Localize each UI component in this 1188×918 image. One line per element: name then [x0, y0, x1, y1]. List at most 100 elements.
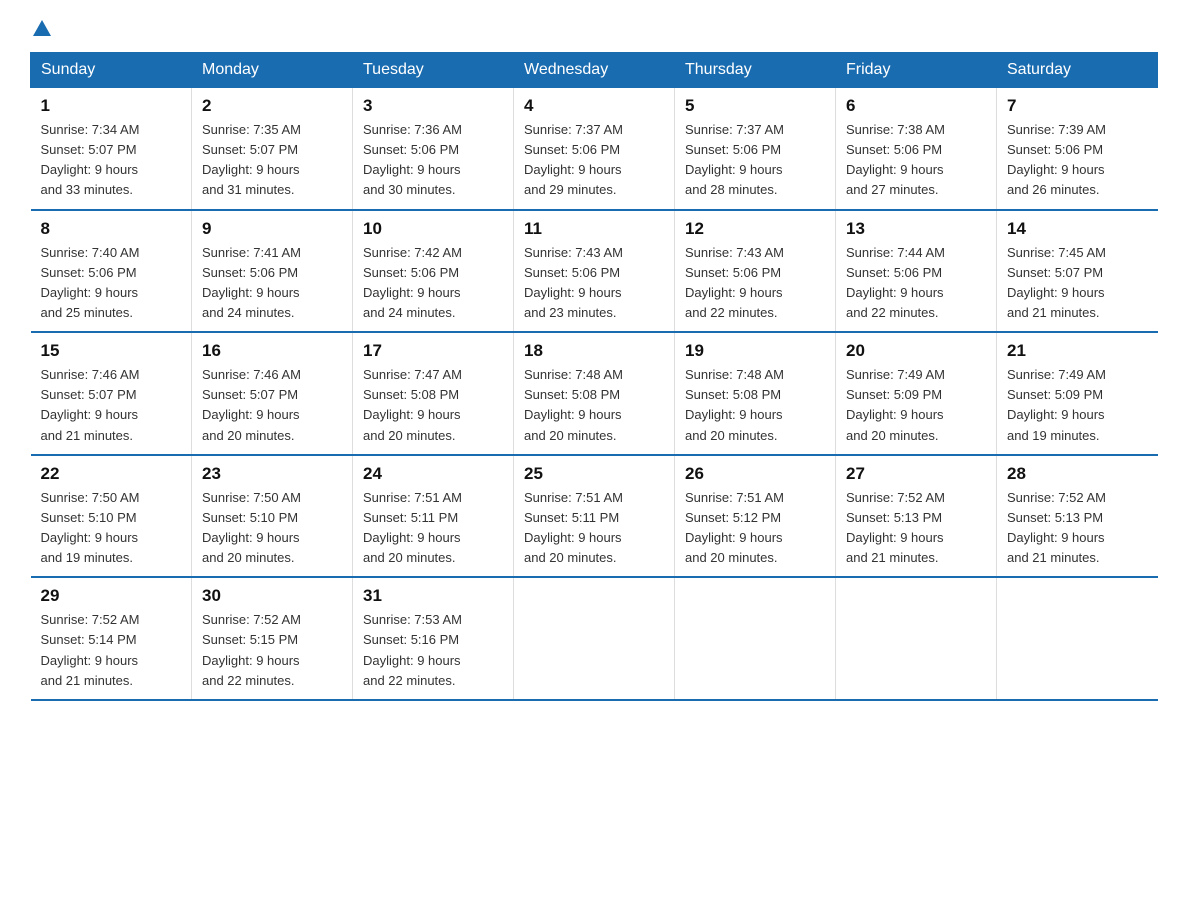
day-number: 20 [846, 341, 986, 361]
day-number: 19 [685, 341, 825, 361]
day-number: 16 [202, 341, 342, 361]
day-info: Sunrise: 7:37 AM Sunset: 5:06 PM Dayligh… [524, 120, 664, 201]
day-number: 3 [363, 96, 503, 116]
day-cell: 16 Sunrise: 7:46 AM Sunset: 5:07 PM Dayl… [192, 332, 353, 455]
day-info: Sunrise: 7:49 AM Sunset: 5:09 PM Dayligh… [846, 365, 986, 446]
day-info: Sunrise: 7:46 AM Sunset: 5:07 PM Dayligh… [202, 365, 342, 446]
day-cell: 14 Sunrise: 7:45 AM Sunset: 5:07 PM Dayl… [997, 210, 1158, 333]
day-number: 9 [202, 219, 342, 239]
day-cell: 6 Sunrise: 7:38 AM Sunset: 5:06 PM Dayli… [836, 88, 997, 210]
day-number: 27 [846, 464, 986, 484]
week-row-3: 15 Sunrise: 7:46 AM Sunset: 5:07 PM Dayl… [31, 332, 1158, 455]
day-info: Sunrise: 7:37 AM Sunset: 5:06 PM Dayligh… [685, 120, 825, 201]
day-number: 14 [1007, 219, 1148, 239]
day-info: Sunrise: 7:46 AM Sunset: 5:07 PM Dayligh… [41, 365, 182, 446]
day-number: 8 [41, 219, 182, 239]
day-info: Sunrise: 7:34 AM Sunset: 5:07 PM Dayligh… [41, 120, 182, 201]
day-cell [514, 577, 675, 700]
calendar-body: 1 Sunrise: 7:34 AM Sunset: 5:07 PM Dayli… [31, 88, 1158, 700]
day-info: Sunrise: 7:44 AM Sunset: 5:06 PM Dayligh… [846, 243, 986, 324]
day-info: Sunrise: 7:45 AM Sunset: 5:07 PM Dayligh… [1007, 243, 1148, 324]
day-cell: 12 Sunrise: 7:43 AM Sunset: 5:06 PM Dayl… [675, 210, 836, 333]
day-number: 5 [685, 96, 825, 116]
day-info: Sunrise: 7:36 AM Sunset: 5:06 PM Dayligh… [363, 120, 503, 201]
header-wednesday: Wednesday [514, 53, 675, 88]
day-info: Sunrise: 7:51 AM Sunset: 5:12 PM Dayligh… [685, 488, 825, 569]
day-cell: 27 Sunrise: 7:52 AM Sunset: 5:13 PM Dayl… [836, 455, 997, 578]
day-cell: 22 Sunrise: 7:50 AM Sunset: 5:10 PM Dayl… [31, 455, 192, 578]
day-info: Sunrise: 7:38 AM Sunset: 5:06 PM Dayligh… [846, 120, 986, 201]
day-info: Sunrise: 7:52 AM Sunset: 5:15 PM Dayligh… [202, 610, 342, 691]
day-number: 17 [363, 341, 503, 361]
day-info: Sunrise: 7:43 AM Sunset: 5:06 PM Dayligh… [524, 243, 664, 324]
day-cell: 26 Sunrise: 7:51 AM Sunset: 5:12 PM Dayl… [675, 455, 836, 578]
day-number: 13 [846, 219, 986, 239]
day-info: Sunrise: 7:52 AM Sunset: 5:13 PM Dayligh… [1007, 488, 1148, 569]
logo [30, 20, 52, 36]
day-number: 6 [846, 96, 986, 116]
week-row-4: 22 Sunrise: 7:50 AM Sunset: 5:10 PM Dayl… [31, 455, 1158, 578]
day-cell: 29 Sunrise: 7:52 AM Sunset: 5:14 PM Dayl… [31, 577, 192, 700]
day-number: 23 [202, 464, 342, 484]
day-cell: 2 Sunrise: 7:35 AM Sunset: 5:07 PM Dayli… [192, 88, 353, 210]
day-info: Sunrise: 7:35 AM Sunset: 5:07 PM Dayligh… [202, 120, 342, 201]
day-info: Sunrise: 7:50 AM Sunset: 5:10 PM Dayligh… [41, 488, 182, 569]
day-cell: 9 Sunrise: 7:41 AM Sunset: 5:06 PM Dayli… [192, 210, 353, 333]
day-cell: 13 Sunrise: 7:44 AM Sunset: 5:06 PM Dayl… [836, 210, 997, 333]
day-number: 18 [524, 341, 664, 361]
day-cell: 10 Sunrise: 7:42 AM Sunset: 5:06 PM Dayl… [353, 210, 514, 333]
day-cell: 31 Sunrise: 7:53 AM Sunset: 5:16 PM Dayl… [353, 577, 514, 700]
day-cell: 7 Sunrise: 7:39 AM Sunset: 5:06 PM Dayli… [997, 88, 1158, 210]
day-number: 30 [202, 586, 342, 606]
day-cell: 21 Sunrise: 7:49 AM Sunset: 5:09 PM Dayl… [997, 332, 1158, 455]
page-header [30, 20, 1158, 36]
header-row: SundayMondayTuesdayWednesdayThursdayFrid… [31, 53, 1158, 88]
day-number: 28 [1007, 464, 1148, 484]
day-cell: 23 Sunrise: 7:50 AM Sunset: 5:10 PM Dayl… [192, 455, 353, 578]
day-number: 31 [363, 586, 503, 606]
day-info: Sunrise: 7:53 AM Sunset: 5:16 PM Dayligh… [363, 610, 503, 691]
header-friday: Friday [836, 53, 997, 88]
day-number: 26 [685, 464, 825, 484]
day-cell: 3 Sunrise: 7:36 AM Sunset: 5:06 PM Dayli… [353, 88, 514, 210]
day-info: Sunrise: 7:47 AM Sunset: 5:08 PM Dayligh… [363, 365, 503, 446]
day-number: 7 [1007, 96, 1148, 116]
week-row-2: 8 Sunrise: 7:40 AM Sunset: 5:06 PM Dayli… [31, 210, 1158, 333]
day-number: 21 [1007, 341, 1148, 361]
day-cell: 28 Sunrise: 7:52 AM Sunset: 5:13 PM Dayl… [997, 455, 1158, 578]
day-cell: 5 Sunrise: 7:37 AM Sunset: 5:06 PM Dayli… [675, 88, 836, 210]
day-cell: 11 Sunrise: 7:43 AM Sunset: 5:06 PM Dayl… [514, 210, 675, 333]
day-cell: 17 Sunrise: 7:47 AM Sunset: 5:08 PM Dayl… [353, 332, 514, 455]
day-info: Sunrise: 7:39 AM Sunset: 5:06 PM Dayligh… [1007, 120, 1148, 201]
day-number: 2 [202, 96, 342, 116]
day-info: Sunrise: 7:48 AM Sunset: 5:08 PM Dayligh… [685, 365, 825, 446]
day-cell: 20 Sunrise: 7:49 AM Sunset: 5:09 PM Dayl… [836, 332, 997, 455]
day-info: Sunrise: 7:49 AM Sunset: 5:09 PM Dayligh… [1007, 365, 1148, 446]
day-number: 10 [363, 219, 503, 239]
day-number: 22 [41, 464, 182, 484]
week-row-1: 1 Sunrise: 7:34 AM Sunset: 5:07 PM Dayli… [31, 88, 1158, 210]
day-info: Sunrise: 7:42 AM Sunset: 5:06 PM Dayligh… [363, 243, 503, 324]
day-number: 15 [41, 341, 182, 361]
calendar-table: SundayMondayTuesdayWednesdayThursdayFrid… [30, 52, 1158, 701]
day-info: Sunrise: 7:41 AM Sunset: 5:06 PM Dayligh… [202, 243, 342, 324]
day-info: Sunrise: 7:51 AM Sunset: 5:11 PM Dayligh… [363, 488, 503, 569]
week-row-5: 29 Sunrise: 7:52 AM Sunset: 5:14 PM Dayl… [31, 577, 1158, 700]
day-cell: 18 Sunrise: 7:48 AM Sunset: 5:08 PM Dayl… [514, 332, 675, 455]
header-sunday: Sunday [31, 53, 192, 88]
day-number: 1 [41, 96, 182, 116]
day-number: 4 [524, 96, 664, 116]
day-cell: 30 Sunrise: 7:52 AM Sunset: 5:15 PM Dayl… [192, 577, 353, 700]
header-saturday: Saturday [997, 53, 1158, 88]
day-info: Sunrise: 7:52 AM Sunset: 5:14 PM Dayligh… [41, 610, 182, 691]
day-info: Sunrise: 7:43 AM Sunset: 5:06 PM Dayligh… [685, 243, 825, 324]
header-tuesday: Tuesday [353, 53, 514, 88]
day-cell: 15 Sunrise: 7:46 AM Sunset: 5:07 PM Dayl… [31, 332, 192, 455]
day-cell: 24 Sunrise: 7:51 AM Sunset: 5:11 PM Dayl… [353, 455, 514, 578]
day-cell [997, 577, 1158, 700]
day-number: 24 [363, 464, 503, 484]
day-info: Sunrise: 7:52 AM Sunset: 5:13 PM Dayligh… [846, 488, 986, 569]
day-number: 29 [41, 586, 182, 606]
day-number: 25 [524, 464, 664, 484]
logo-triangle-icon [33, 20, 51, 36]
